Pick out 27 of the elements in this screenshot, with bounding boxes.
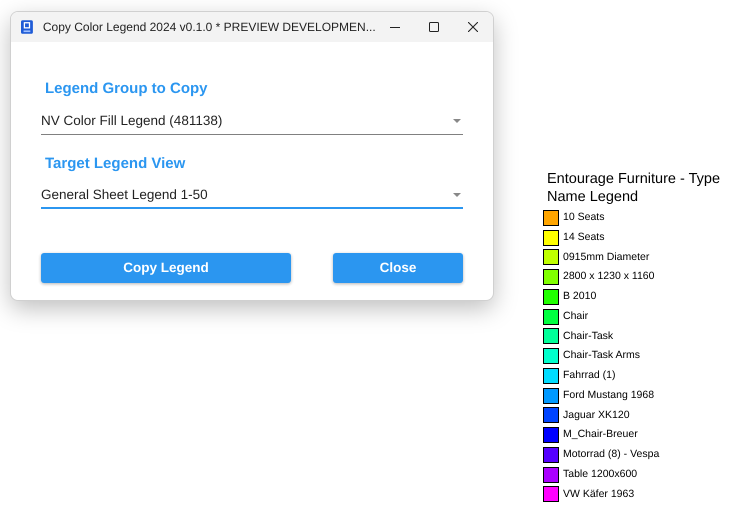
legend-label: 0915mm Diameter bbox=[563, 250, 650, 264]
legend-label: B 2010 bbox=[563, 289, 596, 304]
dropdown[interactable]: NV Color Fill Legend (481138) bbox=[41, 108, 463, 134]
legend-label: Chair-Task bbox=[563, 328, 614, 344]
legend-label: Motorrad (8) - Vespa bbox=[563, 447, 660, 462]
close-icon bbox=[468, 22, 478, 32]
legend-label: VW Käfer 1963 bbox=[563, 486, 634, 502]
app-icon bbox=[21, 19, 33, 35]
legend-label: Fahrrad (1) bbox=[563, 368, 616, 383]
legend-label: 2800 x 1230 x 1160 bbox=[563, 269, 654, 284]
dropdown-arrow-icon bbox=[453, 193, 461, 197]
legend-label: Jaguar XK120 bbox=[563, 408, 630, 422]
legend-label: M_Chair-Breuer bbox=[563, 427, 638, 442]
window-title: Copy Color Legend 2024 v0.1.0 * PREVIEW DEVELOPMEN... bbox=[42, 19, 376, 36]
dropdown-arrow-icon bbox=[453, 119, 461, 123]
maximize-icon bbox=[429, 22, 440, 32]
legend-label: Ford Mustang 1968 bbox=[563, 388, 654, 403]
field-label: Target Legend View bbox=[44, 154, 186, 174]
legend-label: Table 1200x600 bbox=[563, 466, 638, 482]
legend-title: Entourage Furniture - Type Name Legend bbox=[547, 170, 722, 206]
minimize-icon bbox=[390, 26, 400, 28]
legend-label: Chair bbox=[563, 308, 588, 324]
legend-label: 10 Seats bbox=[563, 210, 604, 225]
legend-label: 14 Seats bbox=[563, 230, 604, 245]
legend-label: Chair-Task Arms bbox=[563, 348, 640, 364]
dropdown[interactable]: General Sheet Legend 1-50 bbox=[41, 183, 463, 209]
field-label: Legend Group to Copy bbox=[44, 79, 208, 99]
